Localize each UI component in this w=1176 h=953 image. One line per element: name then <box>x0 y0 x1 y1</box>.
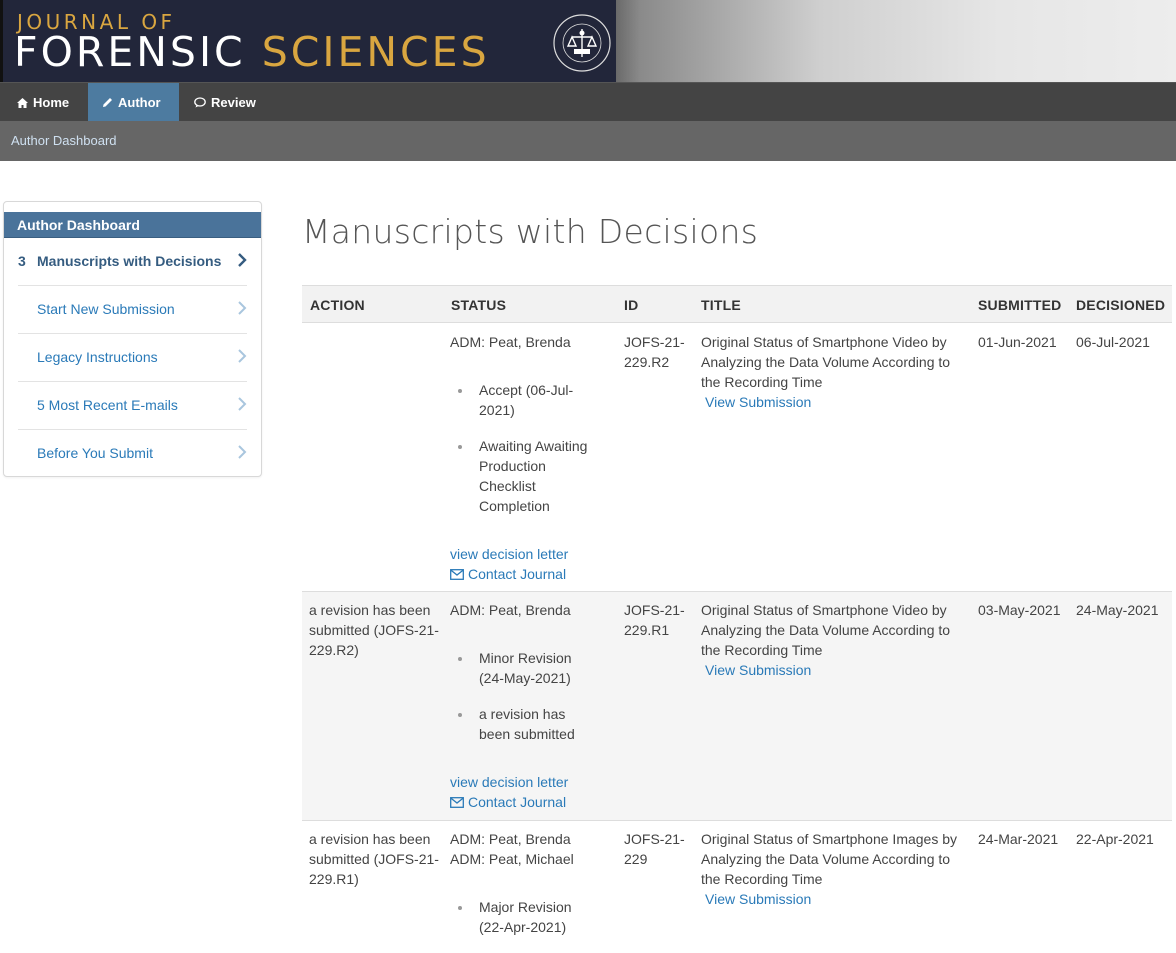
action-text: a revision has been submitted (JOFS-21-2… <box>309 831 439 887</box>
journal-title-word-2: SCIENCES <box>261 28 490 76</box>
nav-author[interactable]: Author <box>88 83 179 122</box>
author-dashboard-sidebar: Author Dashboard 3 Manuscripts with Deci… <box>3 201 262 477</box>
table-row: ADM: Peat, Brenda Accept (06-Jul-2021) A… <box>302 323 1172 592</box>
journal-title-word-1: FORENSIC <box>14 28 246 76</box>
manuscript-title: Original Status of Smartphone Video by A… <box>701 334 951 390</box>
sidebar-title: Author Dashboard <box>4 212 261 238</box>
sidebar-item-label: Manuscripts with Decisions <box>37 253 222 269</box>
chevron-right-icon <box>238 253 247 267</box>
column-header-title: TITLE <box>701 297 741 313</box>
submitted-date: 03-May-2021 <box>978 602 1061 618</box>
sidebar-item-recent-emails[interactable]: 5 Most Recent E-mails <box>18 382 247 430</box>
journal-title: FORENSIC SCIENCES <box>14 30 490 74</box>
main-navbar: Home Author Review <box>0 82 1176 122</box>
status-admin: ADM: Peat, Brenda <box>450 831 571 847</box>
banner-logo-area: JOURNAL OF FORENSIC SCIENCES <box>0 0 616 82</box>
decisioned-date: 24-May-2021 <box>1076 602 1159 618</box>
sidebar-item-label: Before You Submit <box>37 445 153 461</box>
table-header: ACTION STATUS ID TITLE SUBMITTED DECISIO… <box>302 285 1172 323</box>
status-item: a revision has been submitted <box>450 704 600 744</box>
view-submission-link[interactable]: View Submission <box>705 889 811 909</box>
nav-home[interactable]: Home <box>3 83 83 122</box>
envelope-icon <box>450 797 464 808</box>
status-list: Minor Revision (24-May-2021) a revision … <box>450 648 600 760</box>
status-admin: ADM: Peat, Brenda <box>450 602 571 618</box>
table-row: a revision has been submitted (JOFS-21-2… <box>302 592 1172 821</box>
home-icon <box>17 97 28 108</box>
status-item: Accept (06-Jul-2021) <box>450 380 600 420</box>
nav-home-label: Home <box>33 95 70 110</box>
comment-icon <box>194 97 206 108</box>
sidebar-item-label: Start New Submission <box>37 301 175 317</box>
nav-review[interactable]: Review <box>180 83 270 122</box>
chevron-right-icon <box>238 397 247 411</box>
column-header-submitted: SUBMITTED <box>978 297 1062 313</box>
status-item: Minor Revision (24-May-2021) <box>450 648 600 688</box>
table-row: a revision has been submitted (JOFS-21-2… <box>302 821 1172 951</box>
envelope-icon <box>450 569 464 580</box>
status-admin: ADM: Peat, Michael <box>450 851 574 867</box>
manuscript-id: JOFS-21-229.R1 <box>624 602 685 638</box>
action-text: a revision has been submitted (JOFS-21-2… <box>309 602 439 658</box>
sidebar-item-start-new-submission[interactable]: Start New Submission <box>18 286 247 334</box>
decisioned-date: 22-Apr-2021 <box>1076 831 1154 847</box>
column-header-status: STATUS <box>451 297 507 313</box>
chevron-right-icon <box>238 301 247 315</box>
chevron-right-icon <box>238 445 247 459</box>
manuscript-title: Original Status of Smartphone Images by … <box>701 831 958 887</box>
view-submission-link[interactable]: View Submission <box>705 660 811 680</box>
contact-journal-label: Contact Journal <box>468 794 567 810</box>
manuscript-id: JOFS-21-229 <box>624 831 685 867</box>
sidebar-item-label: Legacy Instructions <box>37 349 158 365</box>
manuscripts-table: ACTION STATUS ID TITLE SUBMITTED DECISIO… <box>302 285 1172 951</box>
contact-journal-link[interactable]: Contact Journal <box>450 792 566 812</box>
status-admin: ADM: Peat, Brenda <box>450 334 571 350</box>
page-title: Manuscripts with Decisions <box>302 212 759 251</box>
column-header-action: ACTION <box>310 297 365 313</box>
decisioned-date: 06-Jul-2021 <box>1076 334 1150 350</box>
nav-review-label: Review <box>211 95 256 110</box>
status-item: Major Revision (22-Apr-2021) <box>450 897 600 937</box>
column-header-id: ID <box>624 297 639 313</box>
nav-author-label: Author <box>118 95 161 110</box>
sidebar-item-label: 5 Most Recent E-mails <box>37 397 178 413</box>
manuscript-id: JOFS-21-229.R2 <box>624 334 685 370</box>
sidebar-item-before-you-submit[interactable]: Before You Submit <box>18 430 247 478</box>
pencil-icon <box>103 98 112 107</box>
journal-banner: JOURNAL OF FORENSIC SCIENCES <box>0 0 1176 82</box>
contact-journal-link[interactable]: Contact Journal <box>450 564 566 584</box>
status-item: Awaiting Awaiting Production Checklist C… <box>450 436 600 516</box>
breadcrumb-author-dashboard[interactable]: Author Dashboard <box>11 133 117 148</box>
submitted-date: 24-Mar-2021 <box>978 831 1059 847</box>
status-list: Accept (06-Jul-2021) Awaiting Awaiting P… <box>450 380 600 532</box>
breadcrumb: Author Dashboard <box>0 121 1176 161</box>
manuscript-title: Original Status of Smartphone Video by A… <box>701 602 951 658</box>
view-decision-letter-link[interactable]: view decision letter <box>450 772 568 792</box>
sidebar-item-legacy-instructions[interactable]: Legacy Instructions <box>18 334 247 382</box>
submitted-date: 01-Jun-2021 <box>978 334 1057 350</box>
status-list: Major Revision (22-Apr-2021) <box>450 897 600 953</box>
sidebar-item-count: 3 <box>18 253 26 269</box>
chevron-right-icon <box>238 349 247 363</box>
sidebar-item-manuscripts-with-decisions[interactable]: 3 Manuscripts with Decisions <box>18 238 247 286</box>
view-decision-letter-link[interactable]: view decision letter <box>450 544 568 564</box>
contact-journal-label: Contact Journal <box>468 566 567 582</box>
column-header-decisioned: DECISIONED <box>1076 297 1166 313</box>
academy-seal-icon <box>553 14 611 72</box>
view-submission-link[interactable]: View Submission <box>705 392 811 412</box>
